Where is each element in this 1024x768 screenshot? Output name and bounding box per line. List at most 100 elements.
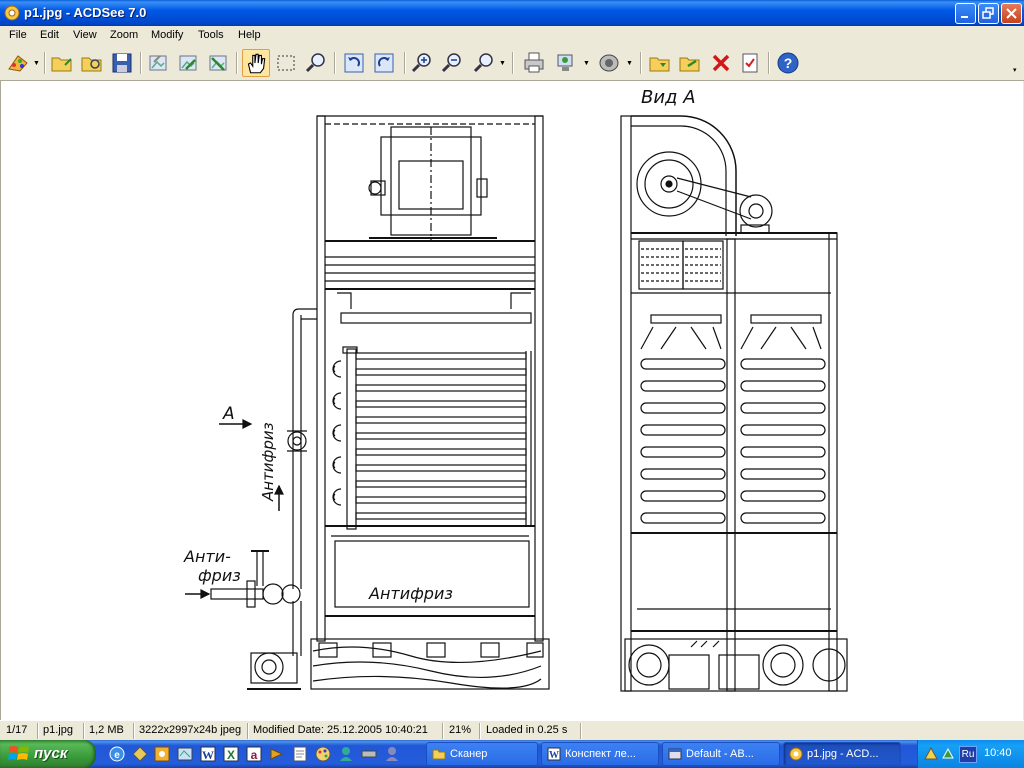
clock[interactable]: 10:40 [984, 747, 1012, 759]
antifreeze-vertical-label: Антифриз [259, 422, 277, 502]
front-view [185, 115, 550, 690]
image-viewer[interactable]: Вид А А Антифриз Анти- фриз Антифриз [0, 81, 1023, 720]
title-bar[interactable]: p1.jpg - ACDSee 7.0 [0, 0, 1024, 26]
status-divider [247, 723, 248, 739]
toolbar-separator [512, 52, 513, 74]
window-title: p1.jpg - ACDSee 7.0 [24, 5, 147, 20]
svg-text:a: a [251, 748, 258, 762]
desktop-icon[interactable] [131, 745, 149, 763]
close-icon [1006, 8, 1017, 19]
menu-modify[interactable]: Modify [151, 29, 183, 41]
taskbar-item-label: Default - AB... [686, 748, 754, 760]
open-icon[interactable] [80, 51, 104, 75]
tank-antifreeze-label: Антифриз [368, 584, 453, 603]
acquire-icon[interactable] [6, 51, 30, 75]
media-quick-icon[interactable] [268, 745, 286, 763]
save-icon[interactable] [110, 51, 134, 75]
start-button[interactable]: пуск [0, 740, 96, 768]
properties-icon[interactable] [738, 51, 762, 75]
spray-nozzles [640, 314, 822, 350]
print-icon[interactable] [522, 51, 546, 75]
restore-button[interactable] [978, 3, 999, 24]
toolbar-separator [404, 52, 405, 74]
status-modified: Modified Date: 25.12.2005 10:40:21 [253, 724, 428, 736]
menu-bar: File Edit View Zoom Modify Tools Help [0, 26, 1024, 47]
menu-zoom[interactable]: Zoom [110, 29, 138, 41]
browse-icon[interactable] [50, 51, 74, 75]
previous-icon[interactable] [146, 51, 170, 75]
taskbar-item-label: p1.jpg - ACD... [807, 748, 879, 760]
word-quick-icon[interactable]: W [199, 745, 217, 763]
menu-tools[interactable]: Tools [198, 29, 224, 41]
antifreeze-inlet-label-1: Анти- [183, 547, 231, 566]
acdsee-quick-icon[interactable] [153, 745, 171, 763]
rotate-left-icon[interactable] [342, 51, 366, 75]
taskbar-item-label: Сканер [450, 748, 488, 760]
taskbar: пуск e W X a Сканер W Конспект ле... Def… [0, 740, 1024, 768]
menu-view[interactable]: View [73, 29, 97, 41]
network-quick-icon[interactable] [360, 745, 378, 763]
start-label: пуск [34, 745, 68, 762]
acdsee-app-icon [4, 5, 20, 21]
delete-icon[interactable] [709, 51, 733, 75]
access-quick-icon[interactable]: a [245, 745, 263, 763]
windows-logo-icon [8, 746, 29, 760]
taskbar-item-scanner[interactable]: Сканер [426, 742, 538, 766]
toolbar-separator [44, 52, 45, 74]
wallpaper-dropdown-icon[interactable]: ▼ [583, 60, 590, 67]
toolbar-overflow-icon[interactable]: ▾ [1013, 66, 1017, 74]
zoom-tool-icon[interactable] [304, 51, 328, 75]
move-to-icon[interactable] [678, 51, 702, 75]
status-index: 1/17 [6, 724, 28, 736]
select-tool-icon[interactable] [274, 51, 298, 75]
status-divider [133, 723, 134, 739]
status-divider [37, 723, 38, 739]
app-icon [668, 748, 682, 760]
svg-text:X: X [227, 748, 235, 762]
acdsee-icon [789, 747, 803, 761]
toolbar-separator [640, 52, 641, 74]
close-button[interactable] [1001, 3, 1022, 24]
minimize-button[interactable] [955, 3, 976, 24]
taskbar-item-konspekt[interactable]: W Конспект ле... [541, 742, 659, 766]
copy-to-icon[interactable] [648, 51, 672, 75]
rotate-right-icon[interactable] [372, 51, 396, 75]
taskbar-item-acdsee[interactable]: p1.jpg - ACD... [783, 742, 901, 766]
update-tray-icon[interactable] [941, 747, 955, 761]
notepad-quick-icon[interactable] [291, 745, 309, 763]
toolbar: ▼ ▼ ▼ ▼ ? ▾ [0, 46, 1024, 81]
wallpaper-icon[interactable] [554, 51, 578, 75]
menu-help[interactable]: Help [238, 29, 261, 41]
menu-file[interactable]: File [9, 29, 27, 41]
language-indicator[interactable]: Ru [959, 746, 977, 763]
acquire-dropdown-icon[interactable]: ▼ [33, 60, 40, 67]
paint-quick-icon[interactable] [314, 745, 332, 763]
audio-dropdown-icon[interactable]: ▼ [626, 60, 633, 67]
zoom-out-icon[interactable] [440, 51, 464, 75]
messenger-quick-icon[interactable] [337, 745, 355, 763]
zoom-in-icon[interactable] [410, 51, 434, 75]
folder-icon [432, 749, 446, 760]
zoom-icon[interactable] [472, 51, 496, 75]
technical-drawing: Вид А А Антифриз Анти- фриз Антифриз [183, 87, 848, 692]
users-quick-icon[interactable] [383, 745, 401, 763]
status-divider [442, 723, 443, 739]
svg-text:e: e [114, 750, 120, 761]
network-tray-icon[interactable] [924, 747, 938, 761]
status-zoom: 21% [449, 724, 472, 736]
menu-edit[interactable]: Edit [40, 29, 59, 41]
excel-quick-icon[interactable]: X [222, 745, 240, 763]
taskbar-item-default[interactable]: Default - AB... [662, 742, 780, 766]
zoom-dropdown-icon[interactable]: ▼ [499, 60, 506, 67]
word-icon: W [547, 747, 561, 761]
ie-icon[interactable]: e [108, 745, 126, 763]
toolbar-separator [236, 52, 237, 74]
status-bar: 1/17 p1.jpg 1,2 MB 3222x2997x24b jpeg Mo… [0, 720, 1024, 741]
help-icon[interactable]: ? [776, 51, 800, 75]
status-divider [580, 723, 581, 739]
hand-tool-button[interactable] [242, 49, 270, 77]
audio-icon[interactable] [597, 51, 621, 75]
explorer-icon[interactable] [176, 745, 194, 763]
next-icon[interactable] [176, 51, 200, 75]
slideshow-icon[interactable] [206, 51, 230, 75]
